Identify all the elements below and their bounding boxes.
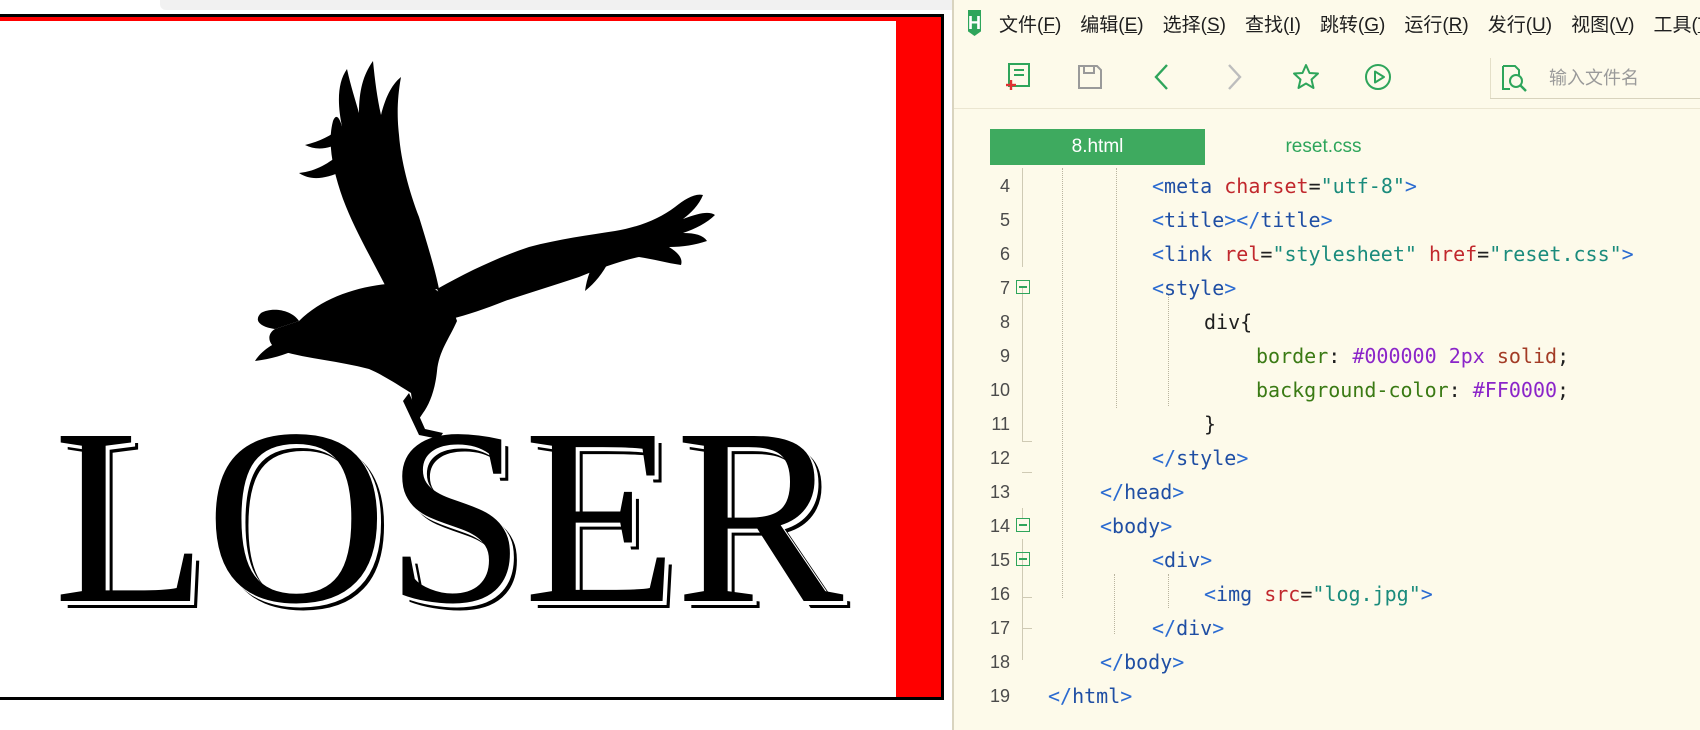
code-text: </style>	[1152, 446, 1249, 470]
run-button[interactable]	[1358, 57, 1398, 97]
code-text: <title></title>	[1152, 208, 1333, 232]
menu-find[interactable]: 查找(I)	[1245, 10, 1301, 37]
code-text: background-color: #FF0000;	[1256, 378, 1570, 402]
menu-run[interactable]: 运行(R)	[1404, 10, 1468, 37]
line-number: 7	[999, 278, 1010, 298]
code-line: 10 background-color: #FF0000;	[954, 373, 1700, 407]
search-separator	[1490, 58, 1491, 98]
menu-view[interactable]: 视图(V)	[1571, 10, 1634, 37]
preview-div-box: LOSER	[0, 14, 944, 700]
file-search-input[interactable]	[1547, 66, 1700, 90]
code-line: 16 <img src="log.jpg">	[954, 577, 1700, 611]
line-number: 4	[999, 176, 1010, 196]
code-text: <div>	[1152, 548, 1213, 572]
back-button[interactable]	[1142, 57, 1182, 97]
line-number: 9	[999, 346, 1010, 366]
code-line: 6 <link rel="stylesheet" href="reset.css…	[954, 237, 1700, 271]
code-editor-window: H 文件(F) 编辑(E) 选择(S) 查找(I) 跳转(G) 运行(R) 发行…	[952, 0, 1700, 730]
browser-preview: LOSER	[0, 0, 952, 730]
code-line: 18 </body>	[954, 645, 1700, 679]
file-search-box	[1490, 58, 1700, 99]
code-line: 9 border: #000000 2px solid;	[954, 339, 1700, 373]
menu-publish[interactable]: 发行(U)	[1488, 10, 1552, 37]
line-number: 10	[989, 380, 1010, 400]
line-number: 15	[989, 550, 1010, 570]
code-text: </body>	[1100, 650, 1185, 674]
code-line: 5 <title></title>	[954, 203, 1700, 237]
line-number: 19	[989, 686, 1010, 706]
file-search-icon[interactable]	[1499, 63, 1529, 93]
line-number: 18	[989, 652, 1010, 672]
code-line: 15 <div>	[954, 543, 1700, 577]
menu-edit[interactable]: 编辑(E)	[1080, 10, 1143, 37]
fold-collapse-icon[interactable]	[1016, 552, 1030, 566]
line-number: 5	[999, 210, 1010, 230]
code-text: <meta charset="utf-8">	[1152, 174, 1417, 198]
logo-wordmark: LOSER	[53, 376, 843, 656]
run-icon	[1365, 64, 1391, 90]
menu-goto[interactable]: 跳转(G)	[1320, 10, 1385, 37]
code-text: <body>	[1100, 514, 1173, 538]
code-text: </div>	[1152, 616, 1225, 640]
new-file-button[interactable]	[998, 57, 1038, 97]
code-line: 11 }	[954, 407, 1700, 441]
forward-button[interactable]	[1214, 57, 1254, 97]
line-number: 13	[989, 482, 1010, 502]
hbuilder-logo-icon: H	[968, 10, 981, 36]
browser-tab-strip	[160, 0, 952, 10]
code-text: <img src="log.jpg">	[1204, 582, 1433, 606]
star-icon	[1293, 64, 1319, 89]
code-text: </head>	[1100, 480, 1185, 504]
logo-image: LOSER	[0, 21, 896, 697]
code-text: div{	[1204, 310, 1253, 334]
forward-icon	[1228, 64, 1242, 90]
save-button[interactable]	[1070, 57, 1110, 97]
code-line: 17 </div>	[954, 611, 1700, 645]
code-line: 19 </html>	[954, 679, 1700, 713]
editor-tabs: 8.html reset.css	[954, 108, 1700, 169]
new-file-icon	[1006, 63, 1030, 90]
line-number: 16	[989, 584, 1010, 604]
menu-tools[interactable]: 工具(T	[1653, 10, 1700, 37]
code-text: <style>	[1152, 276, 1237, 300]
code-line: 8 div{	[954, 305, 1700, 339]
line-number: 6	[999, 244, 1010, 264]
favorite-button[interactable]	[1286, 57, 1326, 97]
fold-collapse-icon[interactable]	[1016, 518, 1030, 532]
tab-reset-css[interactable]: reset.css	[1216, 129, 1431, 165]
line-number: 8	[999, 312, 1010, 332]
menu-file[interactable]: 文件(F)	[999, 10, 1061, 37]
code-line: 12 </style>	[954, 441, 1700, 475]
code-text: </html>	[1048, 684, 1133, 708]
code-text: <link rel="stylesheet" href="reset.css">	[1152, 242, 1634, 266]
code-line: 7 <style>	[954, 271, 1700, 305]
toolbar	[954, 46, 1700, 108]
save-icon	[1078, 65, 1102, 89]
code-area[interactable]: 4 <meta charset="utf-8"> 5 <title></titl…	[954, 168, 1700, 730]
menu-bar: H 文件(F) 编辑(E) 选择(S) 查找(I) 跳转(G) 运行(R) 发行…	[954, 0, 1700, 46]
back-icon	[1154, 64, 1168, 90]
fold-collapse-icon[interactable]	[1016, 280, 1030, 294]
line-number: 17	[989, 618, 1010, 638]
line-number: 11	[991, 414, 1010, 434]
code-line: 13 </head>	[954, 475, 1700, 509]
line-number: 14	[989, 516, 1010, 536]
line-number: 12	[989, 448, 1010, 468]
code-line: 4 <meta charset="utf-8">	[954, 169, 1700, 203]
code-text: }	[1204, 412, 1217, 436]
tab-8-html[interactable]: 8.html	[990, 129, 1205, 165]
browser-top-strip	[0, 0, 952, 14]
code-line: 14 <body>	[954, 509, 1700, 543]
code-text: border: #000000 2px solid;	[1256, 344, 1570, 368]
menu-select[interactable]: 选择(S)	[1163, 10, 1226, 37]
